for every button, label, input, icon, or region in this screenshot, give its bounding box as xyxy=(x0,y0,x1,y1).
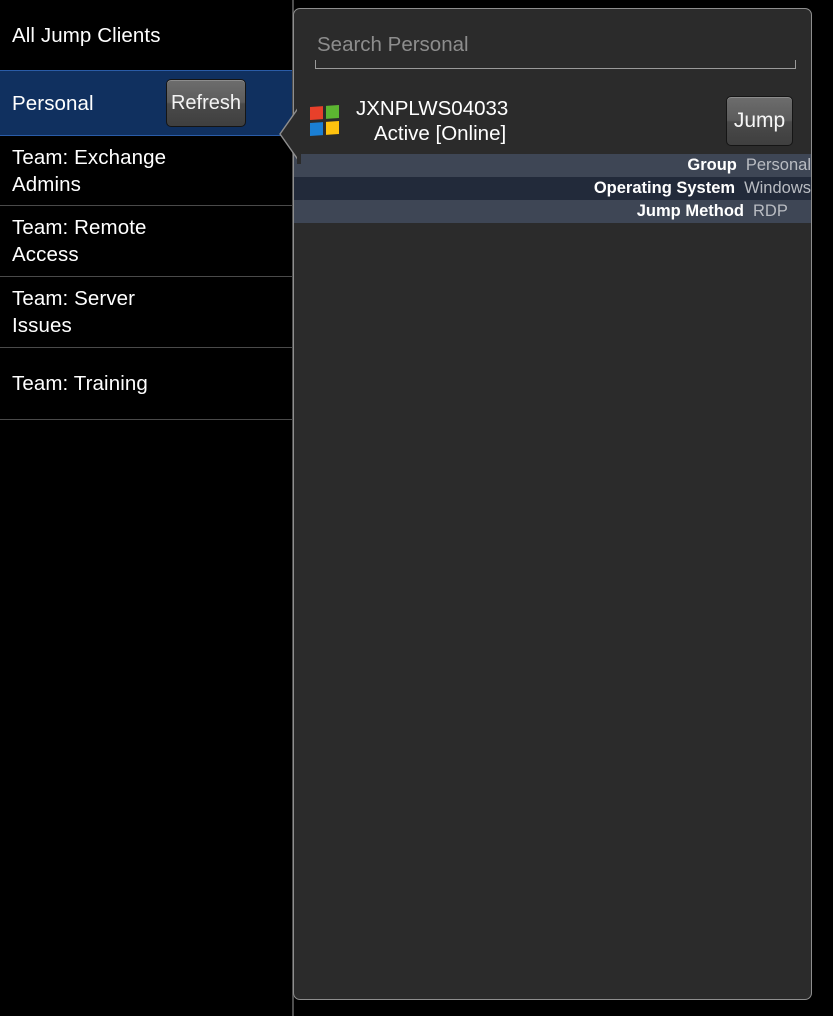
sidebar-item-team-training[interactable]: Team: Training xyxy=(0,348,294,420)
jump-client-detail-panel: JXNPLWS04033 Active [Online] Jump Group … xyxy=(293,8,812,1000)
attribute-label: Operating System xyxy=(593,179,736,197)
panel-callout-chevron-icon xyxy=(279,104,301,164)
sidebar-item-team-server-issues[interactable]: Team: Server Issues xyxy=(0,277,294,348)
attribute-value: RDP xyxy=(753,202,788,220)
sidebar-item-team-remote-access[interactable]: Team: Remote Access xyxy=(0,206,294,277)
client-status: Active [Online] xyxy=(374,121,507,145)
attribute-label: Jump Method xyxy=(636,202,744,220)
attribute-value: Windows xyxy=(744,179,811,197)
sidebar-item-label: All Jump Clients xyxy=(12,23,161,47)
search-field-container xyxy=(315,27,796,71)
jump-client-screen: All Jump Clients Personal Refresh Team: … xyxy=(0,0,833,1016)
sidebar-item-label: Team: Training xyxy=(12,372,148,395)
refresh-button[interactable]: Refresh xyxy=(166,79,246,127)
sidebar-item-label: Team: Server Issues xyxy=(12,287,136,337)
jump-button[interactable]: Jump xyxy=(726,95,793,146)
table-row: Group Personal xyxy=(294,154,811,177)
attribute-value: Personal xyxy=(745,156,811,174)
sidebar-item-team-exchange-admins[interactable]: Team: Exchange Admins xyxy=(0,136,294,206)
client-attributes-table: Group Personal Operating System Windows … xyxy=(294,154,811,223)
client-name: JXNPLWS04033 xyxy=(356,96,509,120)
jump-client-row[interactable]: JXNPLWS04033 Active [Online] Jump xyxy=(294,87,811,154)
attribute-label: Group xyxy=(687,156,737,174)
windows-logo-icon xyxy=(310,104,339,137)
sidebar-item-label: Team: Remote Access xyxy=(12,216,147,266)
sidebar-item-label: Team: Exchange Admins xyxy=(12,145,167,196)
sidebar-item-personal[interactable]: Personal Refresh xyxy=(0,70,294,136)
client-text-block: JXNPLWS04033 Active [Online] xyxy=(356,96,726,146)
jump-group-sidebar: All Jump Clients Personal Refresh Team: … xyxy=(0,0,294,1016)
sidebar-item-label: Personal xyxy=(12,91,94,115)
table-row: Jump Method RDP xyxy=(294,200,811,223)
sidebar-item-all-jump-clients[interactable]: All Jump Clients xyxy=(0,0,294,70)
search-underline xyxy=(315,60,796,69)
table-row: Operating System Windows xyxy=(294,177,811,200)
search-input[interactable] xyxy=(315,27,796,63)
